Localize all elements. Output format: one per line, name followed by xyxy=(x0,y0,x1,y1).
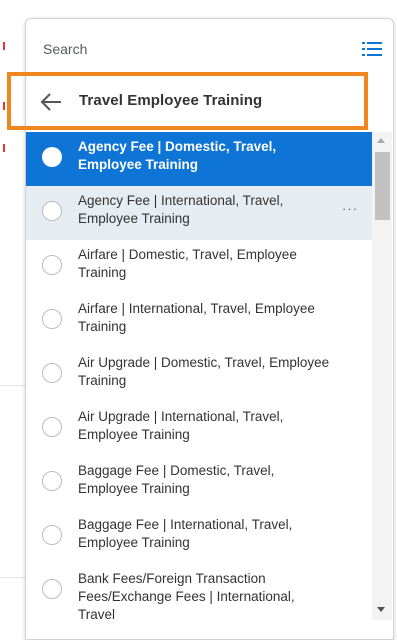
option-label: Baggage Fee | Domestic, Travel, Employee… xyxy=(78,463,275,496)
radio-button[interactable] xyxy=(42,579,62,599)
option-label: Agency Fee | Domestic, Travel, Employee … xyxy=(78,139,277,172)
option-label: Airfare | Domestic, Travel, Employee Tra… xyxy=(78,247,297,280)
scroll-down-arrow-icon[interactable] xyxy=(377,607,385,612)
radio-button[interactable] xyxy=(42,471,62,491)
radio-button[interactable] xyxy=(42,417,62,437)
back-arrow-icon[interactable] xyxy=(40,92,62,112)
list-item-air-upgrade-international[interactable]: Air Upgrade | International, Travel, Emp… xyxy=(26,402,372,456)
search-row[interactable]: Search xyxy=(26,19,393,77)
more-options-icon[interactable]: ··· xyxy=(342,201,358,216)
list-item-agency-fee-international[interactable]: Agency Fee | International, Travel, Empl… xyxy=(26,186,372,240)
radio-button[interactable] xyxy=(42,201,62,221)
list-item-agency-fee-domestic[interactable]: Agency Fee | Domestic, Travel, Employee … xyxy=(26,132,372,186)
radio-button[interactable] xyxy=(42,255,62,275)
list-item-airfare-international[interactable]: Airfare | International, Travel, Employe… xyxy=(26,294,372,348)
list-item-airfare-domestic[interactable]: Airfare | Domestic, Travel, Employee Tra… xyxy=(26,240,372,294)
radio-button[interactable] xyxy=(42,147,62,167)
scrollbar[interactable] xyxy=(372,132,392,620)
scroll-up-arrow-icon[interactable] xyxy=(377,138,385,143)
list-item-baggage-fee-international[interactable]: Baggage Fee | International, Travel, Emp… xyxy=(26,510,372,564)
radio-button[interactable] xyxy=(42,309,62,329)
list-item-bank-fees[interactable]: Bank Fees/Foreign Transaction Fees/Excha… xyxy=(26,564,372,620)
list-icon[interactable] xyxy=(362,41,382,57)
scroll-thumb[interactable] xyxy=(375,152,390,220)
search-input[interactable]: Search xyxy=(43,41,87,57)
option-label: Bank Fees/Foreign Transaction Fees/Excha… xyxy=(78,571,295,620)
option-label: Airfare | International, Travel, Employe… xyxy=(78,301,315,334)
radio-button[interactable] xyxy=(42,363,62,383)
option-list: Agency Fee | Domestic, Travel, Employee … xyxy=(26,132,372,620)
option-label: Agency Fee | International, Travel, Empl… xyxy=(78,193,284,226)
category-title[interactable]: Travel Employee Training xyxy=(79,92,262,109)
background-divider xyxy=(0,385,28,386)
radio-button[interactable] xyxy=(42,525,62,545)
option-label: Baggage Fee | International, Travel, Emp… xyxy=(78,517,293,550)
option-label: Air Upgrade | Domestic, Travel, Employee… xyxy=(78,355,330,388)
background-divider xyxy=(0,577,28,578)
list-item-air-upgrade-domestic[interactable]: Air Upgrade | Domestic, Travel, Employee… xyxy=(26,348,372,402)
option-label: Air Upgrade | International, Travel, Emp… xyxy=(78,409,284,442)
list-item-baggage-fee-domestic[interactable]: Baggage Fee | Domestic, Travel, Employee… xyxy=(26,456,372,510)
background-left-edge xyxy=(0,0,10,620)
